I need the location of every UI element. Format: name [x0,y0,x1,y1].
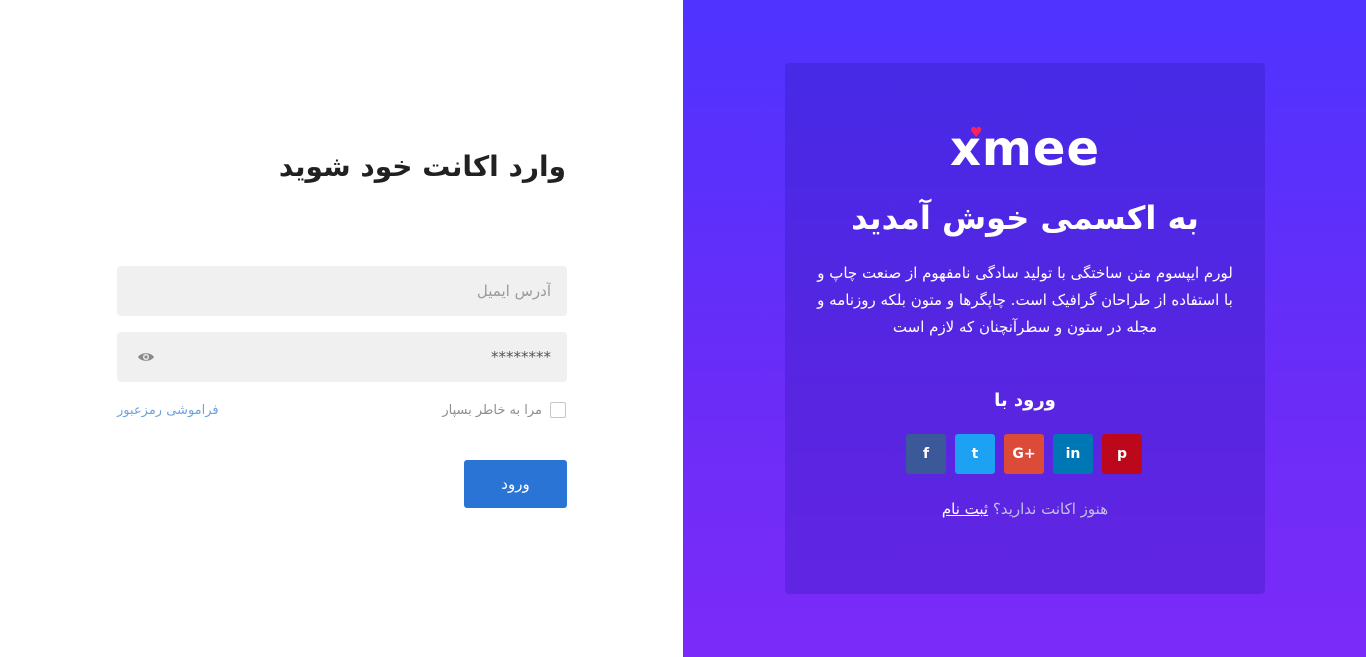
login-button[interactable]: ورود [464,460,567,508]
facebook-button[interactable]: f [906,434,946,474]
remember-me[interactable]: مرا به خاطر بسپار [442,402,566,418]
password-field[interactable] [117,332,567,382]
linkedin-button[interactable]: in [1053,434,1093,474]
remember-checkbox[interactable] [550,402,566,418]
login-with-label: ورود با [994,390,1056,411]
twitter-button[interactable]: t [955,434,995,474]
welcome-heading: به اکسمی خوش آمدید [851,199,1199,237]
email-field-wrapper [117,266,567,316]
signup-prompt: هنوز اکانت ندارید؟ ثبت نام [785,500,1265,518]
page-title: وارد اکانت خود شوید [278,150,566,183]
logo: xmee ♥ [785,121,1265,177]
password-field-wrapper [117,332,567,382]
logo-text: xmee ♥ [950,121,1100,177]
pinterest-icon: p [1116,446,1128,462]
remember-label: مرا به خاطر بسپار [442,402,542,418]
no-account-text: هنوز اکانت ندارید؟ [992,500,1109,518]
login-panel: وارد اکانت خود شوید مرا به خاطر بسپار فر… [0,0,683,657]
google-plus-icon: G+ [1012,446,1036,462]
promo-card: xmee ♥ به اکسمی خوش آمدید لورم ایپسوم متن… [785,63,1265,594]
linkedin-icon: in [1065,446,1081,462]
google-plus-button[interactable]: G+ [1004,434,1044,474]
heart-icon: ♥ [969,125,984,141]
facebook-icon: f [922,446,930,462]
signup-link[interactable]: ثبت نام [942,500,988,518]
social-buttons: f t G+ in p [906,434,1143,474]
promo-panel: xmee ♥ به اکسمی خوش آمدید لورم ایپسوم متن… [683,0,1366,657]
forgot-password-link[interactable]: فراموشی رمزعبور [117,403,219,418]
twitter-icon: t [971,446,979,462]
email-field[interactable] [117,266,567,316]
pinterest-button[interactable]: p [1102,434,1142,474]
welcome-description: لورم ایپسوم متن ساختگی با تولید سادگی نا… [817,264,1233,336]
eye-icon[interactable] [137,349,155,365]
